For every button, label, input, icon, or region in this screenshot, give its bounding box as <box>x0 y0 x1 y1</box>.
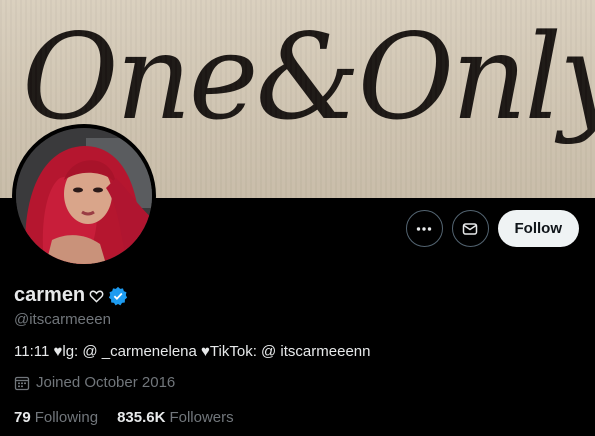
joined-date: Joined October 2016 <box>14 374 175 391</box>
banner-text: One&Only <box>22 8 595 146</box>
more-button[interactable] <box>405 210 443 247</box>
followers-link[interactable]: 835.6K Followers <box>117 409 234 426</box>
more-icon <box>416 226 432 231</box>
profile-bio: 11:11 ♥lg: @ _carmenelena ♥TikTok: @ its… <box>14 343 371 360</box>
following-label: Following <box>34 409 99 426</box>
user-handle: @itscarmeeen <box>14 311 111 328</box>
message-icon <box>462 222 478 235</box>
follow-button[interactable]: Follow <box>497 210 579 247</box>
display-name: carmen <box>14 284 86 306</box>
followers-count: 835.6K <box>117 409 166 426</box>
followers-label: Followers <box>169 409 234 426</box>
message-button[interactable] <box>451 210 489 247</box>
avatar-image <box>16 128 152 264</box>
avatar[interactable] <box>12 124 156 268</box>
display-name-row: carmen <box>14 284 128 307</box>
joined-text: Joined October 2016 <box>36 374 176 391</box>
calendar-icon <box>14 376 30 390</box>
verified-badge-icon[interactable] <box>108 286 128 306</box>
following-count: 79 <box>14 409 31 426</box>
profile-stats: 79 Following 835.6K Followers <box>14 409 234 426</box>
following-link[interactable]: 79 Following <box>14 409 98 426</box>
heart-outline-icon <box>89 289 104 303</box>
profile-actions: Follow <box>405 210 579 247</box>
